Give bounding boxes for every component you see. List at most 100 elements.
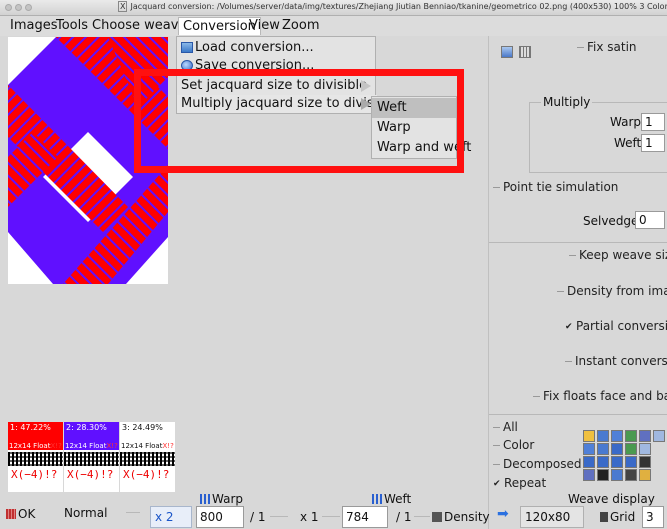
warp-icon: [200, 494, 210, 504]
multiply-warp-label: Warp: [610, 115, 642, 129]
up-icon[interactable]: [611, 430, 623, 442]
weave-pattern: [8, 452, 63, 466]
check-icon[interactable]: [625, 443, 637, 455]
left-icon[interactable]: [583, 456, 595, 468]
instant-conversion-checkbox[interactable]: Instant conversion: [565, 354, 667, 368]
contrast-icon[interactable]: [597, 469, 609, 481]
edit-icon[interactable]: [583, 430, 595, 442]
bottom-toolbar: OK Normal Warp x 2 800 / 1 x 1 Weft 784 …: [0, 492, 667, 529]
minus-icon[interactable]: [639, 443, 651, 455]
palette-color-3[interactable]: 3: 24.49% 12x14 FloatX!? X(−4)!?: [120, 422, 175, 492]
plus-icon[interactable]: [653, 430, 665, 442]
weave-display-select[interactable]: 120x80: [520, 506, 584, 528]
multiply-warp-field[interactable]: 1: [641, 113, 665, 131]
palette-float: 12x14 FloatX!?: [120, 442, 175, 450]
checkbox-icon: [569, 252, 576, 256]
table-icon[interactable]: [597, 430, 609, 442]
submenu-item-weft[interactable]: Weft: [372, 98, 456, 118]
bars-icon[interactable]: [583, 443, 595, 455]
grid-icon[interactable]: [583, 469, 595, 481]
canvas-background: [0, 284, 488, 411]
color-radio[interactable]: Color: [493, 438, 534, 452]
save-icon: [181, 60, 193, 71]
ok-button[interactable]: OK: [6, 504, 35, 524]
brush-icon[interactable]: [625, 430, 637, 442]
window-titlebar: X Jacquard conversion: /Volumes/server/da…: [0, 0, 667, 16]
menu-item-load-conversion[interactable]: Load conversion...: [181, 39, 314, 57]
density-button[interactable]: Density: [432, 510, 490, 524]
weave-toolbar: [583, 430, 667, 482]
palette-x-value: X(−4)!?: [11, 468, 58, 481]
keep-weave-size-checkbox[interactable]: Keep weave size: [569, 248, 667, 262]
palette-color-2[interactable]: 2: 28.30% 12x14 FloatX!? X(−4)!?: [64, 422, 119, 492]
window-title: X Jacquard conversion: /Volumes/server/da…: [118, 1, 667, 12]
checkbox-icon: [533, 393, 540, 397]
ok-icon: [6, 509, 16, 519]
menu-zoom[interactable]: Zoom: [278, 17, 323, 35]
menu-item-multiply-divisible[interactable]: Multiply jacquard size to divisible: [177, 95, 397, 113]
grid-toggle-icon[interactable]: [600, 512, 608, 522]
palette-color-1[interactable]: 1: 47.22% 12x14 FloatX!? X(−4)!?: [8, 422, 63, 492]
weft-icon: [372, 494, 382, 504]
palette-percent: 2: 28.30%: [66, 423, 107, 432]
resize-icon[interactable]: [639, 456, 651, 468]
radio-icon: [493, 424, 500, 428]
grid-value-field[interactable]: 3: [642, 506, 664, 528]
weft-divisor[interactable]: / 1: [396, 510, 412, 524]
weft-header: Weft: [372, 492, 411, 506]
radio-icon: [493, 461, 500, 465]
minimize-window-icon[interactable]: [15, 4, 22, 11]
warp-divisor[interactable]: / 1: [250, 510, 266, 524]
palette-float: 12x14 FloatX!?: [8, 442, 63, 450]
filter-icon[interactable]: [611, 469, 623, 481]
menu-tools[interactable]: Tools: [52, 17, 92, 35]
grid-label: Grid: [600, 510, 635, 524]
stripe-icon[interactable]: [597, 443, 609, 455]
weft-multiplier[interactable]: x 1: [300, 510, 319, 524]
x11-icon: X: [118, 1, 128, 12]
image-canvas[interactable]: [8, 37, 168, 284]
down-icon[interactable]: [611, 456, 623, 468]
arrow-right-icon[interactable]: ➡: [497, 506, 509, 522]
selvedge-label: Selvedge: [583, 214, 639, 228]
repeat-checkbox[interactable]: ✔ Repeat: [493, 476, 546, 490]
density-from-image-checkbox[interactable]: Density from image: [557, 284, 667, 298]
selvedge-field[interactable]: 0: [635, 211, 665, 229]
all-radio[interactable]: All: [493, 420, 518, 434]
decomposed-radio[interactable]: Decomposed: [493, 457, 581, 471]
right-icon[interactable]: [625, 456, 637, 468]
submenu-item-warp[interactable]: Warp: [372, 118, 456, 138]
point-tie-checkbox[interactable]: Point tie simulation: [493, 180, 618, 194]
film-icon[interactable]: [625, 469, 637, 481]
fix-satin-checkbox[interactable]: Fix satin: [577, 40, 637, 54]
weft-value-field[interactable]: 784: [342, 506, 388, 528]
submenu-arrow-icon: [361, 80, 371, 92]
warp-value-field[interactable]: 800: [196, 506, 244, 528]
checkmark-icon: ✔: [565, 322, 573, 332]
palette-x-value: X(−4)!?: [123, 468, 170, 481]
checkmark-icon: ✔: [493, 479, 501, 489]
menu-item-save-conversion[interactable]: Save conversion...: [181, 57, 314, 75]
tool-icon[interactable]: [639, 430, 651, 442]
multiply-weft-field[interactable]: 1: [641, 134, 665, 152]
close-window-icon[interactable]: [5, 4, 12, 11]
warp-multiplier[interactable]: x 2: [150, 506, 192, 528]
zoom-window-icon[interactable]: [25, 4, 32, 11]
color-palette: 1: 47.22% 12x14 FloatX!? X(−4)!? 2: 28.3…: [8, 422, 188, 492]
triangle-icon[interactable]: [611, 443, 623, 455]
multiply-group-label: Multiply: [541, 95, 593, 109]
multiply-submenu: Weft Warp Warp and weft: [371, 96, 471, 159]
conversion-settings-panel: Fix satin Multiply Warp 1 Weft 1 Point t…: [488, 36, 667, 529]
menu-item-set-divisible[interactable]: Set jacquard size to divisible: [177, 77, 377, 95]
grid-view-icon[interactable]: [519, 46, 531, 58]
left2-icon[interactable]: [597, 456, 609, 468]
partial-conversion-checkbox[interactable]: ✔Partial conversion: [565, 319, 667, 333]
submenu-item-warp-and-weft[interactable]: Warp and weft: [372, 138, 471, 158]
checkbox-icon: [577, 44, 584, 48]
folder-small-icon[interactable]: [639, 469, 651, 481]
image-view-icon[interactable]: [501, 46, 513, 58]
mode-select[interactable]: Normal: [64, 506, 107, 520]
multiply-weft-label: Weft: [614, 136, 642, 150]
fix-floats-checkbox[interactable]: Fix floats face and back: [533, 389, 667, 403]
folder-icon: [181, 42, 193, 53]
